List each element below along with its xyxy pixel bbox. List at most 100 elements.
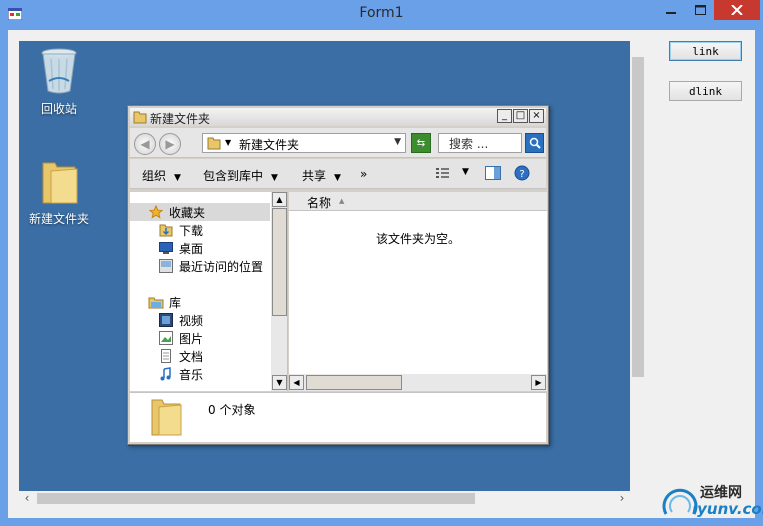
close-button[interactable] <box>714 0 760 20</box>
folder-icon <box>42 162 78 204</box>
explorer-minimize-icon[interactable]: _ <box>497 109 512 123</box>
view-list-icon <box>436 168 449 178</box>
empty-folder-text: 该文件夹为空。 <box>375 232 460 246</box>
refresh-button[interactable]: ⇆ <box>411 133 431 153</box>
horizontal-scroll-thumb[interactable] <box>37 493 475 504</box>
nav-label: 下载 <box>179 223 204 238</box>
help-icon: ? <box>514 165 530 181</box>
chevron-down-icon[interactable]: ▼ <box>462 167 469 177</box>
folder-icon <box>151 399 182 436</box>
document-icon <box>158 349 174 363</box>
share-menu[interactable]: 共享 ▼ <box>302 167 341 184</box>
address-text: 新建文件夹 <box>239 138 300 152</box>
nav-item-desktop[interactable]: 桌面 <box>130 239 203 257</box>
nav-label: 最近访问的位置 <box>179 259 264 274</box>
recycle-bin-icon <box>41 48 77 94</box>
nav-label: 库 <box>169 295 182 310</box>
preview-pane-icon <box>485 166 501 180</box>
chevron-down-icon[interactable]: ▼ <box>394 137 401 147</box>
close-icon <box>731 5 743 15</box>
organize-label: 组织 <box>142 169 167 183</box>
scroll-right-icon[interactable]: › <box>614 491 630 505</box>
nav-item-documents[interactable]: 文档 <box>130 347 203 365</box>
form1-window: Form1 回收站 新建文件夹 新建文件夹 _ □ × ◀ ▶ ▼ 新建文件夹 … <box>0 0 763 526</box>
nav-label: 图片 <box>179 331 204 346</box>
desktop-icon-new-folder[interactable]: 新建文件夹 <box>19 159 99 227</box>
pictures-icon <box>158 331 174 345</box>
desktop-horizontal-scrollbar[interactable]: ‹ › <box>19 491 630 505</box>
back-button[interactable]: ◀ <box>134 133 156 155</box>
include-in-library-menu[interactable]: 包含到库中 ▼ <box>203 167 278 184</box>
organize-menu[interactable]: 组织 ▼ <box>142 167 181 184</box>
include-in-library-label: 包含到库中 <box>203 169 264 183</box>
chevron-down-icon: ▼ <box>174 173 181 183</box>
video-icon <box>158 313 174 327</box>
desktop-icon <box>158 241 174 255</box>
maximize-button[interactable] <box>686 0 714 20</box>
desktop-icon-recycle-bin[interactable]: 回收站 <box>19 47 99 117</box>
list-scrollbar[interactable]: ◀ ▶ <box>289 374 547 391</box>
address-bar: ◀ ▶ ▼ 新建文件夹 ▼ ⇆ 搜索 ... <box>130 128 546 158</box>
link-button[interactable]: link <box>669 41 742 61</box>
explorer-close-icon[interactable]: × <box>529 109 544 123</box>
nav-scrollbar[interactable]: ▲ ▼ <box>271 192 287 391</box>
search-button[interactable] <box>525 133 544 153</box>
sort-ascending-icon: ▲ <box>339 197 345 205</box>
explorer-maximize-icon[interactable]: □ <box>513 109 528 123</box>
nav-scroll-thumb[interactable] <box>272 208 287 316</box>
forward-button[interactable]: ▶ <box>159 133 181 155</box>
navigation-pane: 收藏夹 下载 桌面 最近访问的位置 库 视频 图片 文档 音乐 ▲ ▼ <box>130 192 288 391</box>
folder-icon <box>133 111 147 124</box>
svg-text:?: ? <box>519 169 524 180</box>
minimize-button[interactable] <box>656 0 686 20</box>
watermark-top-text: 运维网 <box>700 485 742 501</box>
desktop-vertical-scrollbar[interactable] <box>630 41 647 491</box>
nav-item-downloads[interactable]: 下载 <box>130 221 203 239</box>
column-header-name[interactable]: 名称 ▲ <box>289 192 547 211</box>
form-client-area: 回收站 新建文件夹 新建文件夹 _ □ × ◀ ▶ ▼ 新建文件夹 ▼ ⇆ 搜索… <box>8 30 755 518</box>
search-input[interactable]: 搜索 ... <box>438 133 522 153</box>
more-menu[interactable]: » <box>360 167 367 181</box>
more-label: » <box>360 167 368 181</box>
item-count: 0 个对象 <box>208 403 256 417</box>
file-list: 名称 ▲ 该文件夹为空。 ◀ ▶ <box>289 192 547 391</box>
details-pane: 0 个对象 <box>130 392 546 442</box>
nav-label: 收藏夹 <box>169 205 206 220</box>
libraries-icon <box>148 295 164 309</box>
scroll-left-icon[interactable]: ‹ <box>19 491 35 505</box>
explorer-title: 新建文件夹 <box>150 112 211 126</box>
nav-item-pictures[interactable]: 图片 <box>130 329 203 347</box>
window-title: Form1 <box>359 5 404 21</box>
watermark-bottom-text: iyunv.com <box>692 500 763 518</box>
search-icon <box>529 137 541 149</box>
minimize-icon <box>666 12 676 14</box>
recent-places-icon <box>158 259 174 273</box>
address-input[interactable]: ▼ 新建文件夹 ▼ <box>202 133 406 153</box>
help-button[interactable]: ? <box>514 165 530 184</box>
explorer-title-bar[interactable]: 新建文件夹 _ □ × <box>130 108 546 126</box>
refresh-icon: ⇆ <box>416 137 426 149</box>
list-scroll-thumb[interactable] <box>306 375 402 390</box>
scroll-right-icon[interactable]: ▶ <box>531 375 546 390</box>
view-options-button[interactable] <box>435 166 451 183</box>
nav-item-libraries[interactable]: 库 <box>130 293 181 311</box>
nav-item-recent-places[interactable]: 最近访问的位置 <box>130 257 263 275</box>
preview-pane-button[interactable] <box>485 166 501 183</box>
explorer-toolbar: 组织 ▼ 包含到库中 ▼ 共享 ▼ » ▼ ? <box>130 159 546 189</box>
nav-item-music[interactable]: 音乐 <box>130 365 203 383</box>
vertical-scroll-thumb[interactable] <box>632 57 644 377</box>
nav-label: 桌面 <box>179 241 204 256</box>
scroll-up-icon[interactable]: ▲ <box>272 192 287 207</box>
title-bar[interactable]: Form1 <box>0 0 763 28</box>
nav-item-favorites[interactable]: 收藏夹 <box>130 203 270 221</box>
scroll-left-icon[interactable]: ◀ <box>289 375 304 390</box>
column-label: 名称 <box>307 196 332 210</box>
dlink-button[interactable]: dlink <box>669 81 742 101</box>
nav-label: 视频 <box>179 313 204 328</box>
nav-label: 音乐 <box>179 367 204 382</box>
nav-item-videos[interactable]: 视频 <box>130 311 203 329</box>
back-arrow-icon: ◀ <box>140 137 150 151</box>
star-icon <box>148 205 164 219</box>
desktop-icon-label: 新建文件夹 <box>28 212 89 226</box>
scroll-down-icon[interactable]: ▼ <box>272 375 287 390</box>
